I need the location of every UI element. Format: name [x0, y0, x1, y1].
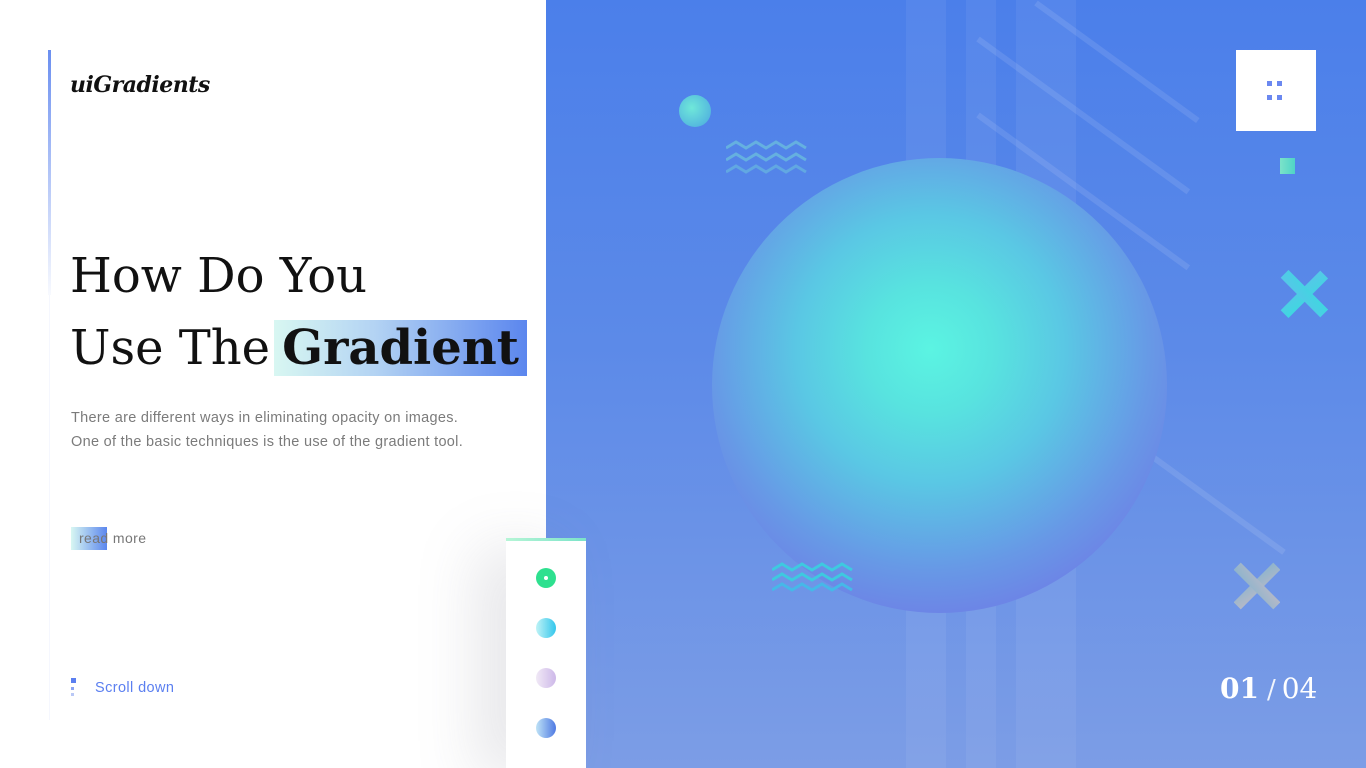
cross-icon [1280, 270, 1328, 318]
slide-nav [506, 538, 586, 768]
cross-icon [1234, 562, 1280, 610]
gradient-sphere [712, 158, 1167, 613]
decor-square [1280, 158, 1295, 174]
scroll-down-label: Scroll down [95, 680, 175, 696]
grid-dot [1267, 95, 1272, 100]
menu-button[interactable] [1236, 50, 1316, 131]
accent-line [48, 50, 51, 295]
slide-dot-1[interactable] [536, 568, 556, 588]
small-ball [679, 95, 711, 127]
title-line-2: Use The Gradient [70, 312, 527, 384]
slide-dot-2[interactable] [536, 618, 556, 638]
zigzag-bottom [772, 562, 853, 592]
title-line-1: How Do You [70, 248, 368, 304]
hero-description: There are different ways in eliminating … [71, 410, 464, 450]
title-prefix: Use The [70, 320, 271, 376]
title-highlight: Gradient [274, 320, 527, 376]
slide-nav-topbar [506, 538, 586, 541]
grid-dot [1277, 81, 1282, 86]
read-more-link[interactable]: read more [71, 527, 146, 550]
grid-dots-icon [1267, 81, 1272, 86]
accent-line-faint [49, 295, 50, 720]
slide-dot-4[interactable] [536, 718, 556, 738]
scroll-down-link[interactable]: Scroll down [71, 677, 174, 699]
slide-separator: / [1266, 675, 1276, 705]
left-panel: uiGradients How Do You Use The Gradient T… [0, 0, 546, 768]
slide-total: 04 [1281, 672, 1318, 705]
zigzag-top [726, 140, 807, 174]
grid-dot [1277, 95, 1282, 100]
read-more-label: read more [79, 530, 147, 546]
logo[interactable]: uiGradients [70, 72, 210, 98]
slide-current: 01 [1220, 672, 1259, 705]
slide-dot-3[interactable] [536, 668, 556, 688]
hero-visual: 01/04 [546, 0, 1366, 768]
page-title: How Do You Use The Gradient [70, 240, 527, 384]
scroll-dots-icon [71, 678, 77, 698]
slide-counter: 01/04 [1220, 672, 1317, 705]
